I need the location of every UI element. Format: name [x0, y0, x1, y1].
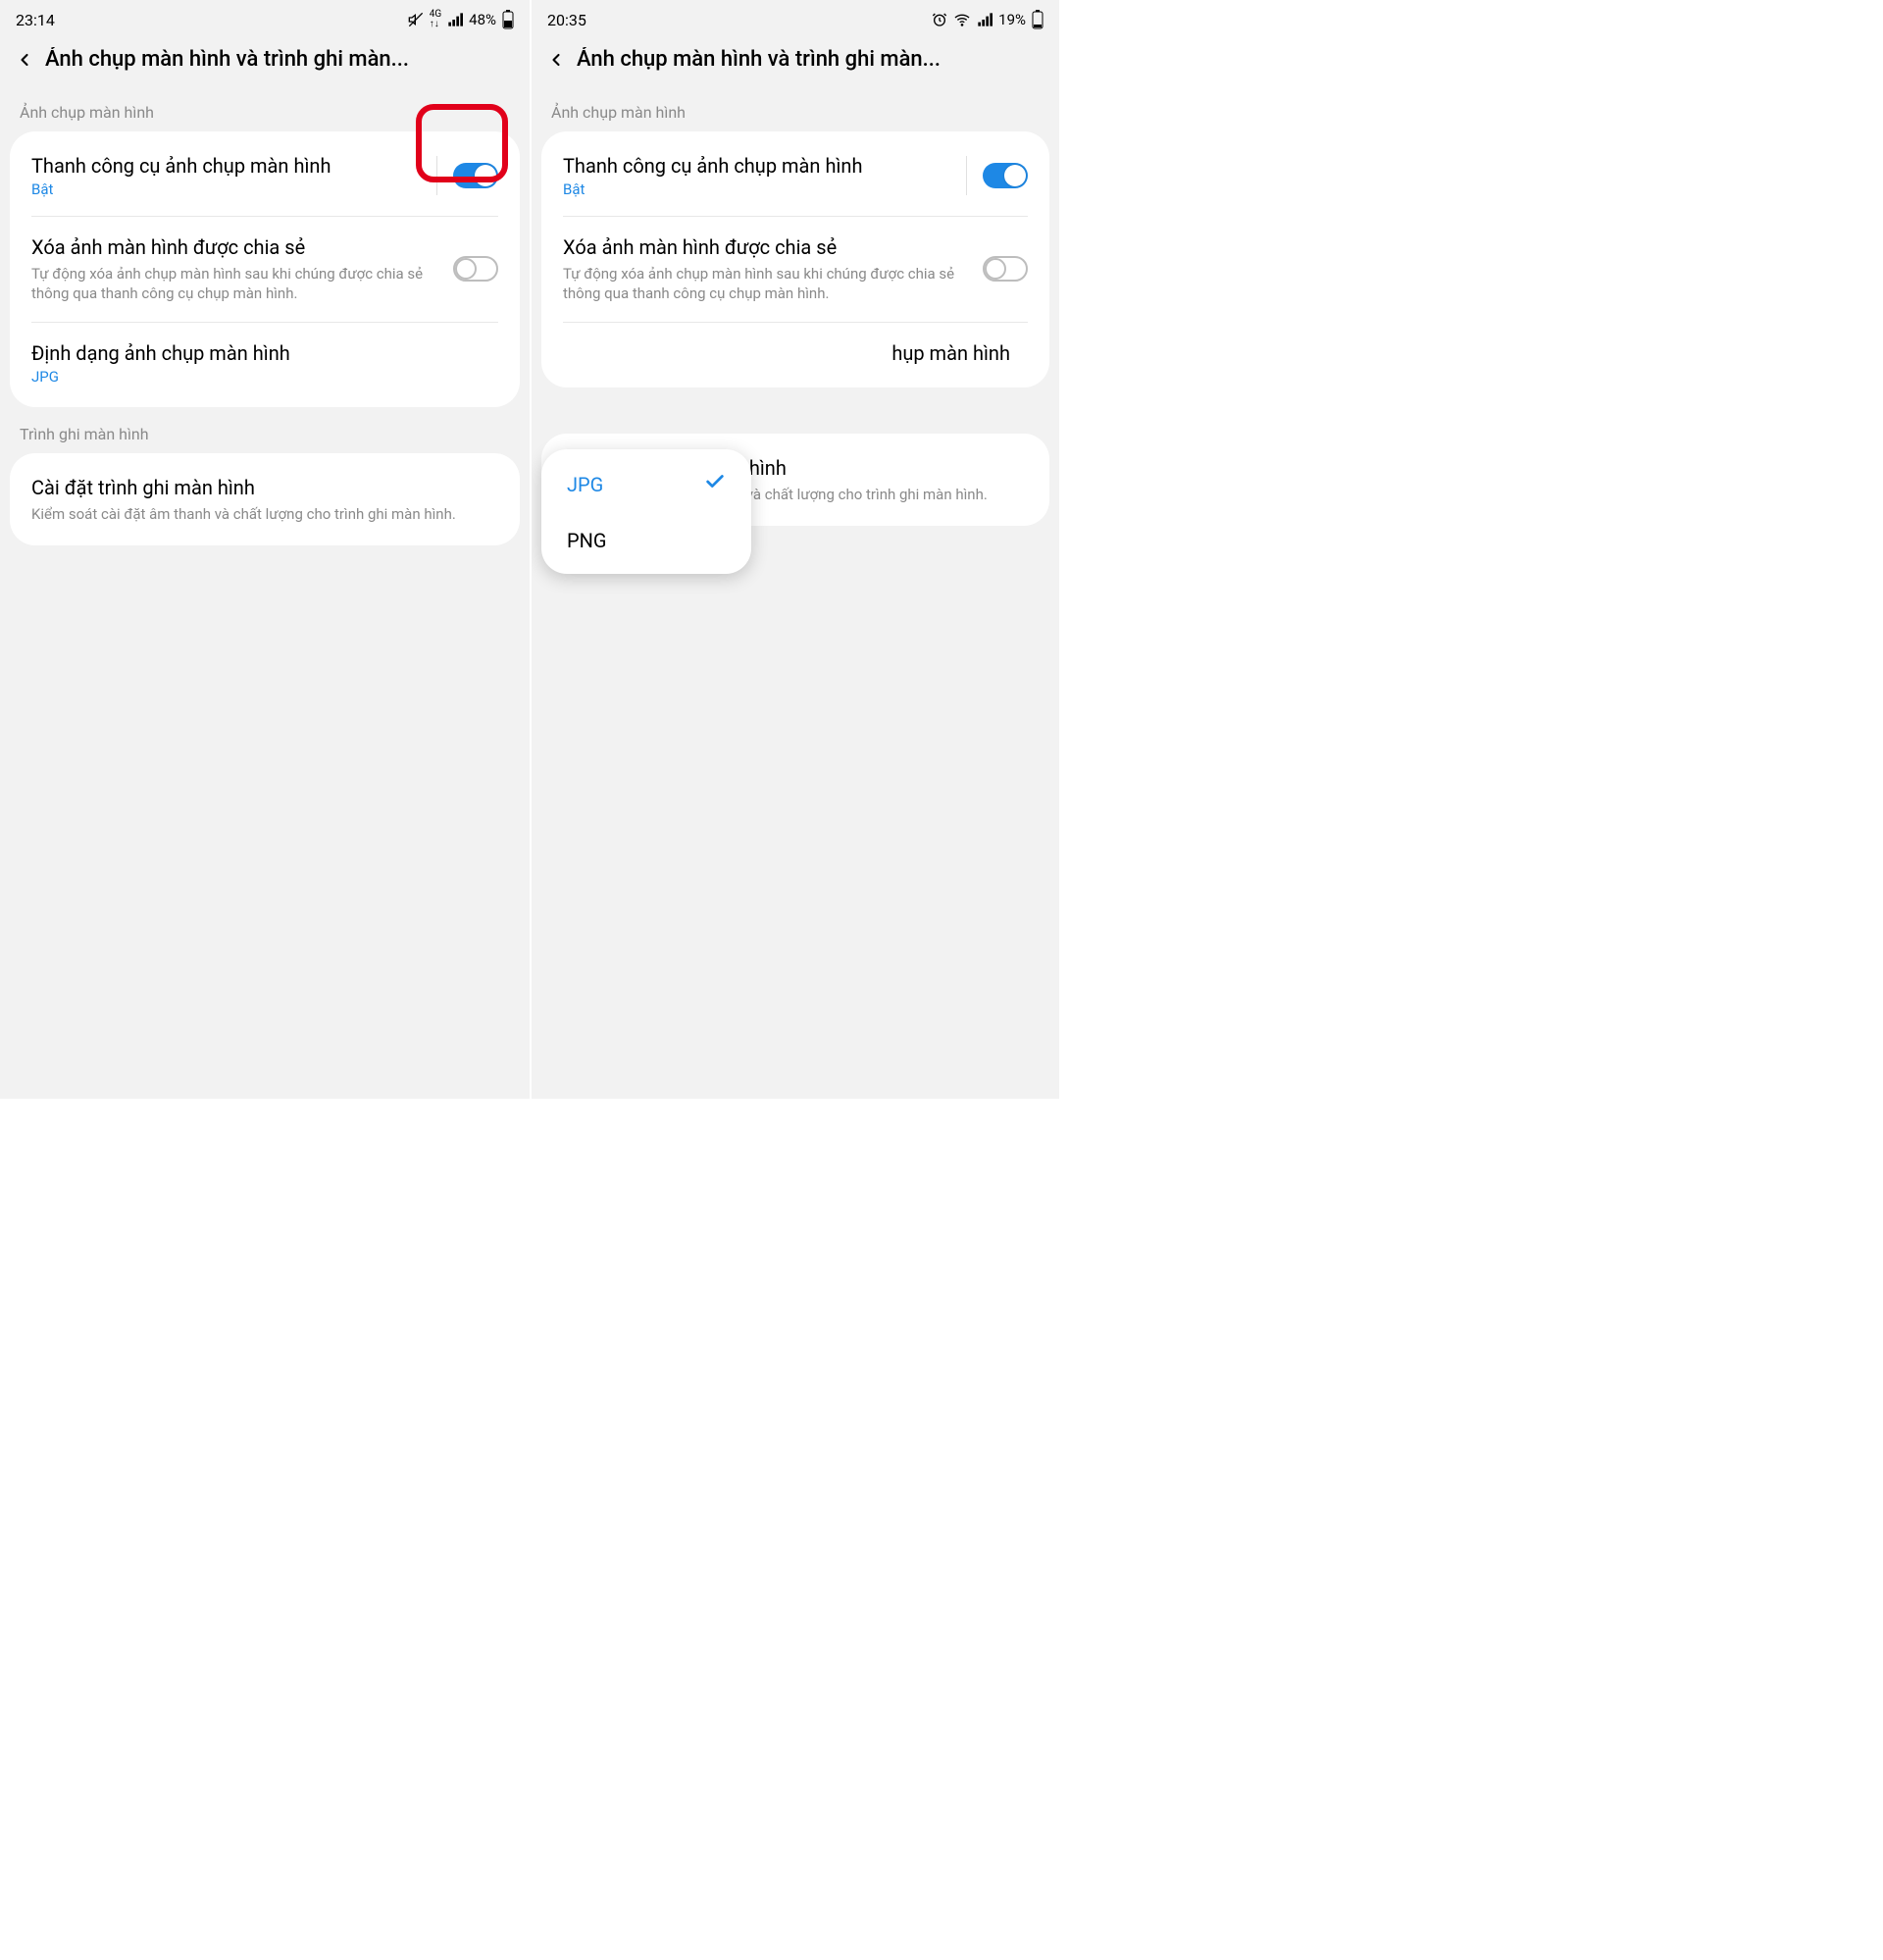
row-delete-shared[interactable]: Xóa ảnh màn hình được chia sẻ Tự động xó… [10, 217, 520, 322]
row-title: Thanh công cụ ảnh chụp màn hình [563, 153, 948, 179]
popup-option-label: JPG [567, 473, 603, 496]
row-text: Thanh công cụ ảnh chụp màn hình Bật [31, 153, 436, 198]
page-title: Ảnh chụp màn hình và trình ghi màn... [577, 47, 1045, 72]
row-text: hụp màn hình [563, 340, 1028, 366]
row-screenshot-toolbar[interactable]: Thanh công cụ ảnh chụp màn hình Bật [10, 135, 520, 216]
popup-option-label: PNG [567, 529, 607, 552]
screenshot-settings-card: Thanh công cụ ảnh chụp màn hình Bật Xóa … [541, 131, 1049, 387]
row-text: Xóa ảnh màn hình được chia sẻ Tự động xó… [31, 234, 453, 304]
signal-icon [977, 12, 992, 27]
page-title: Ảnh chụp màn hình và trình ghi màn... [45, 47, 516, 72]
status-time: 20:35 [547, 11, 586, 29]
back-icon[interactable] [545, 49, 567, 71]
popup-option-jpg[interactable]: JPG [541, 455, 751, 513]
row-title: Xóa ảnh màn hình được chia sẻ [563, 234, 965, 260]
phone-right: 20:35 19% Ảnh chụp màn hình và trình ghi… [530, 0, 1059, 1099]
row-subtitle: Bật [563, 181, 948, 198]
wifi-icon [953, 12, 971, 27]
battery-icon [1032, 10, 1043, 29]
row-text: Thanh công cụ ảnh chụp màn hình Bật [563, 153, 966, 198]
toggle-knob [1004, 165, 1026, 186]
status-bar: 20:35 19% [532, 0, 1059, 39]
toggle-screenshot-toolbar[interactable] [453, 163, 498, 188]
row-subtitle: Bật [31, 181, 419, 198]
toggle-divider [966, 156, 967, 195]
row-description: Tự động xóa ảnh chụp màn hình sau khi ch… [31, 264, 435, 304]
battery-percent: 19% [998, 11, 1026, 28]
battery-icon [502, 10, 514, 29]
mute-icon [408, 12, 424, 27]
section-recorder-label: Trình ghi màn hình [0, 407, 530, 453]
row-subtitle: JPG [31, 368, 481, 386]
row-title-partial: hụp màn hình [563, 340, 1010, 366]
row-title: Xóa ảnh màn hình được chia sẻ [31, 234, 435, 260]
row-description: Tự động xóa ảnh chụp màn hình sau khi ch… [563, 264, 965, 304]
row-screenshot-format[interactable]: hụp màn hình [541, 323, 1049, 384]
toggle-delete-shared[interactable] [983, 256, 1028, 282]
status-right: 19% [932, 10, 1043, 29]
row-delete-shared[interactable]: Xóa ảnh màn hình được chia sẻ Tự động xó… [541, 217, 1049, 322]
row-text: Định dạng ảnh chụp màn hình JPG [31, 340, 498, 386]
toggle-knob [985, 258, 1006, 280]
section-screenshot-label: Ảnh chụp màn hình [0, 85, 530, 131]
toggle-screenshot-toolbar[interactable] [983, 163, 1028, 188]
row-title: Định dạng ảnh chụp màn hình [31, 340, 481, 366]
row-recorder-settings[interactable]: Cài đặt trình ghi màn hình Kiểm soát cài… [10, 457, 520, 542]
status-bar: 23:14 4G↑↓ 48% [0, 0, 530, 39]
check-icon [704, 471, 726, 497]
recorder-settings-card: Cài đặt trình ghi màn hình Kiểm soát cài… [10, 453, 520, 545]
status-right: 4G↑↓ 48% [408, 10, 514, 29]
phone-left: 23:14 4G↑↓ 48% Ảnh chụp màn hình và trìn… [0, 0, 530, 1099]
popup-option-png[interactable]: PNG [541, 513, 751, 568]
network-4g-icon: 4G↑↓ [430, 10, 441, 29]
toggle-knob [455, 258, 477, 280]
row-text: Cài đặt trình ghi màn hình Kiểm soát cài… [31, 475, 498, 524]
toggle-delete-shared[interactable] [453, 256, 498, 282]
toggle-divider [436, 156, 437, 195]
row-description: Kiểm soát cài đặt âm thanh và chất lượng… [31, 504, 481, 524]
row-screenshot-format[interactable]: Định dạng ảnh chụp màn hình JPG [10, 323, 520, 403]
row-text: Xóa ảnh màn hình được chia sẻ Tự động xó… [563, 234, 983, 304]
page-header: Ảnh chụp màn hình và trình ghi màn... [0, 39, 530, 85]
toggle-knob [475, 165, 496, 186]
row-screenshot-toolbar[interactable]: Thanh công cụ ảnh chụp màn hình Bật [541, 135, 1049, 216]
signal-icon [447, 12, 463, 27]
row-title: Thanh công cụ ảnh chụp màn hình [31, 153, 419, 179]
battery-percent: 48% [469, 11, 496, 28]
alarm-icon [932, 12, 947, 27]
status-time: 23:14 [16, 11, 55, 29]
page-header: Ảnh chụp màn hình và trình ghi màn... [532, 39, 1059, 85]
row-title: Cài đặt trình ghi màn hình [31, 475, 481, 500]
format-popup: JPG PNG [541, 449, 751, 574]
screenshot-settings-card: Thanh công cụ ảnh chụp màn hình Bật Xóa … [10, 131, 520, 407]
back-icon[interactable] [14, 49, 35, 71]
section-screenshot-label: Ảnh chụp màn hình [532, 85, 1059, 131]
